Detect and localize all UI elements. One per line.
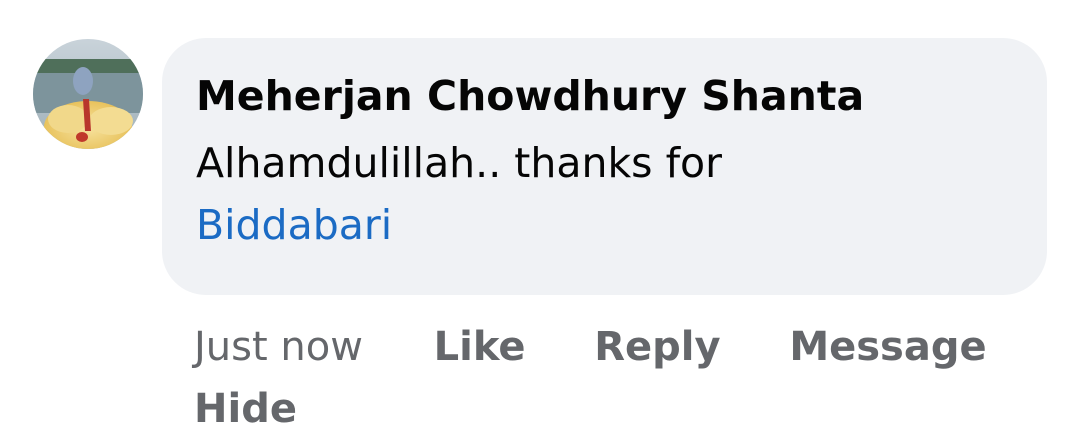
comment-mention-link[interactable]: Biddabari xyxy=(196,194,1047,256)
hide-button[interactable]: Hide xyxy=(194,378,297,436)
comment-actions: Just now Like Reply Message xyxy=(194,316,1014,378)
message-button[interactable]: Message xyxy=(789,316,986,378)
avatar[interactable] xyxy=(33,39,143,149)
like-button[interactable]: Like xyxy=(434,316,526,378)
comment-timestamp[interactable]: Just now xyxy=(194,316,363,378)
comment: Meherjan Chowdhury Shanta Alhamdulillah.… xyxy=(0,0,1080,436)
comment-text: Alhamdulillah.. thanks for xyxy=(196,139,722,187)
reply-button[interactable]: Reply xyxy=(594,316,720,378)
profile-photo-icon xyxy=(33,39,143,149)
comment-bubble: Meherjan Chowdhury Shanta Alhamdulillah.… xyxy=(162,38,1047,295)
comment-author[interactable]: Meherjan Chowdhury Shanta xyxy=(196,68,1047,124)
